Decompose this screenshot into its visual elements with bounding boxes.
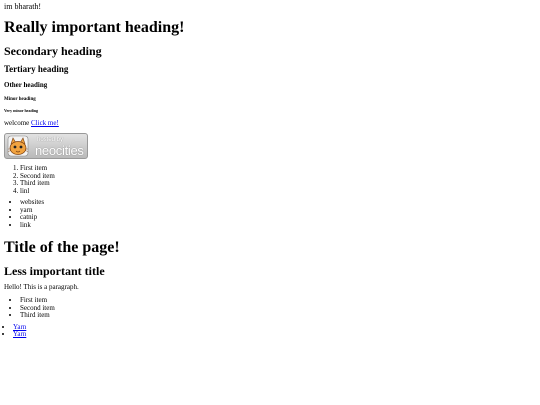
list-item: yarn (20, 206, 536, 215)
ordered-list: First item Second item Third item linl (4, 164, 536, 196)
list-item: First item (20, 164, 536, 173)
list-item: Second item (20, 172, 536, 181)
list-item: First item (20, 296, 536, 305)
item-list: First item Second item Third item (4, 296, 536, 320)
unordered-list: websites yarn catnip link (4, 198, 536, 230)
list-item: link (20, 221, 536, 230)
badge-brand-text: neocities (35, 143, 84, 158)
list-item: Third item (20, 311, 536, 320)
heading-level-3: Tertiary heading (4, 64, 69, 74)
neocities-badge[interactable]: hosted by neocities (4, 133, 88, 159)
list-item: Yarn (13, 330, 536, 339)
page: im bharath! Really important heading! Se… (0, 0, 540, 339)
heading-level-5: Minor heading (4, 97, 36, 102)
page-title: Title of the page! (4, 239, 120, 256)
yarn-link[interactable]: Yarn (13, 330, 26, 338)
page-subtitle: Less important title (4, 264, 105, 278)
heading-level-2: Secondary heading (4, 44, 102, 58)
heading-level-6: Very minor heading (4, 108, 39, 113)
neocities-cat-icon (7, 135, 29, 157)
heading-level-1: Really important heading! (4, 19, 185, 36)
welcome-text: welcome (4, 119, 30, 127)
list-item: linl (20, 187, 536, 196)
list-item: Third item (20, 179, 536, 188)
intro-text: im bharath! (4, 2, 42, 11)
welcome-line: welcome Click me! (4, 119, 536, 128)
heading-level-4: Other heading (4, 81, 48, 89)
list-item: websites (20, 198, 536, 207)
list-item: catnip (20, 213, 536, 222)
paragraph: Hello! This is a paragraph. (4, 283, 79, 291)
list-item: Yarn (13, 323, 536, 332)
click-me-link[interactable]: Click me! (31, 119, 59, 127)
list-item: Second item (20, 304, 536, 313)
link-list: Yarn Yarn (4, 323, 536, 339)
